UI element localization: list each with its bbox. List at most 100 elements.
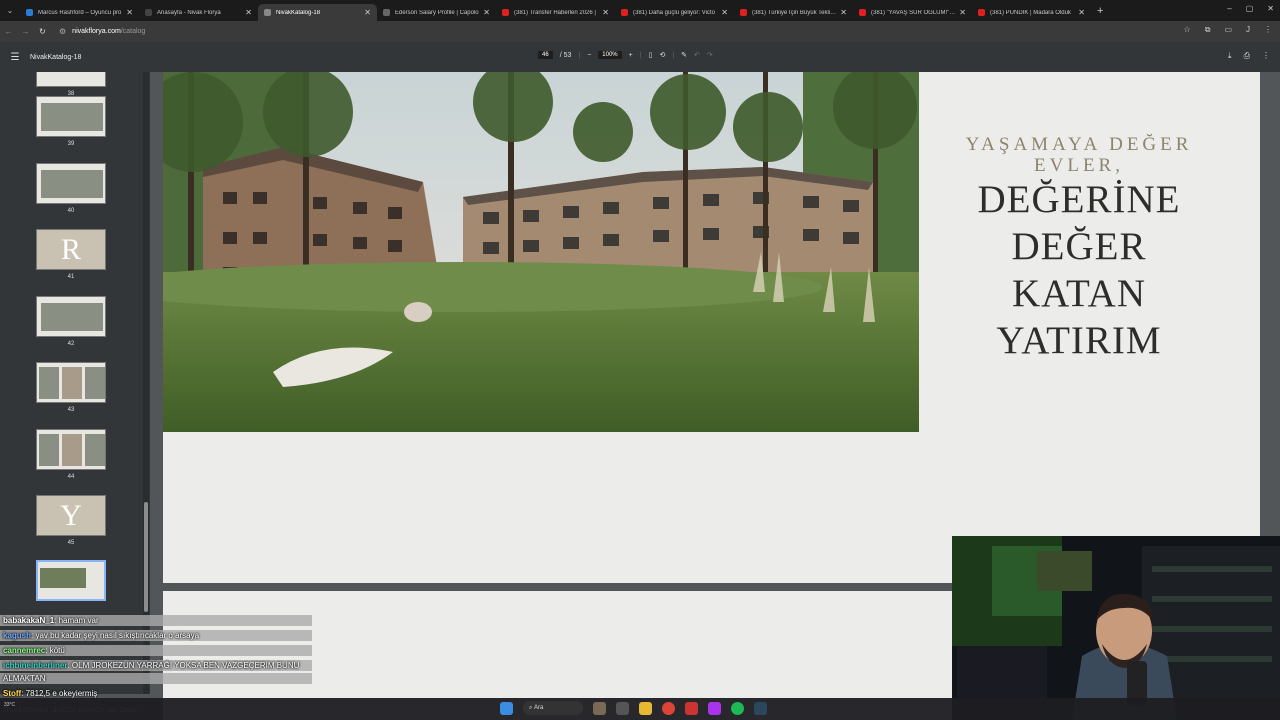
pdf-right-icons: ⤓ ⎙ ⋮	[1228, 51, 1270, 61]
weather-widget[interactable]: 33°C	[4, 702, 15, 708]
page-thumbnail[interactable]	[36, 96, 106, 137]
bookmark-star-icon[interactable]: ☆	[1184, 25, 1191, 35]
redo-icon[interactable]: ↷	[707, 51, 713, 59]
page-thumbnail[interactable]: R	[36, 229, 106, 270]
page-thumbnail[interactable]	[36, 362, 106, 403]
reload-icon[interactable]: ↻	[34, 27, 51, 36]
rotate-icon[interactable]: ⟲	[659, 51, 665, 59]
chrome-icon[interactable]	[662, 701, 675, 715]
steam-icon[interactable]	[754, 701, 767, 715]
tab-label: NivakKatalog-18	[276, 9, 321, 16]
webcam-overlay	[952, 536, 1280, 720]
browser-tab[interactable]: (381) "YAVAŞ SÜR OĞLUM!" Tü ✕	[853, 4, 972, 21]
tab-close-icon[interactable]: ✕	[721, 8, 728, 17]
widgets-icon[interactable]	[593, 701, 606, 715]
browser-tab[interactable]: Ederson Salary Profile | Capolo ✕	[377, 4, 496, 21]
tab-close-icon[interactable]: ✕	[126, 8, 133, 17]
tab-search-icon[interactable]: ⌄	[0, 0, 20, 21]
browser-tab[interactable]: (381) Daha güçlü geliyor: Victo ✕	[615, 4, 734, 21]
thumbnail-page-number: 44	[67, 474, 75, 480]
zoom-input[interactable]: 100%	[598, 51, 622, 59]
url-input[interactable]: ⚙ nivakflorya.com/catalog	[59, 24, 1199, 39]
chat-username[interactable]: babakakaN_1	[3, 616, 54, 625]
chat-text: : yav bu kadar şeyi nasıl sıkıştırıcakla…	[31, 631, 200, 640]
start-icon[interactable]	[500, 701, 513, 715]
task-view-icon[interactable]	[616, 701, 629, 715]
page-thumbnail[interactable]	[36, 72, 106, 87]
thumbnail-letter: R	[37, 230, 105, 269]
tab-label: Anasayfa - Nivak Florya	[157, 9, 221, 16]
app-icon-1[interactable]	[685, 701, 698, 715]
chat-username[interactable]: kagush	[3, 631, 31, 640]
tab-label: (381) Transfer Haberleri 2026 |	[514, 9, 596, 16]
chat-username[interactable]: Stoff	[3, 689, 21, 698]
page-thumbnail[interactable]	[36, 163, 106, 204]
thumbnail-image	[85, 367, 105, 399]
undo-icon[interactable]: ↶	[694, 51, 700, 59]
site-info-icon[interactable]: ⚙	[59, 27, 66, 36]
thumbnail-image	[41, 170, 103, 198]
fit-page-icon[interactable]: ▯	[649, 51, 653, 59]
spotify-icon[interactable]	[731, 701, 744, 715]
tabs: Marcus Rashford – Oyuncu pro ✕ Anasayfa - …	[20, 0, 1091, 21]
thumbnail-page-number: 41	[67, 274, 75, 280]
print-icon[interactable]: ⎙	[1244, 51, 1250, 61]
tab-close-icon[interactable]: ✕	[840, 8, 847, 17]
thumbnail-letter: Y	[37, 496, 105, 535]
page-thumbnail[interactable]	[36, 296, 106, 337]
tab-cast-icon[interactable]: ▭	[1224, 25, 1232, 35]
tab-close-icon[interactable]: ✕	[1078, 8, 1085, 17]
chat-message: cannemrec: kötü	[0, 645, 312, 656]
new-tab-icon[interactable]: +	[1097, 5, 1103, 17]
taskbar-search[interactable]: ⌕ Ara	[523, 701, 583, 715]
tab-close-icon[interactable]: ✕	[483, 8, 490, 17]
thumbnail-image	[62, 367, 82, 399]
address-bar: ← → ↻ ⚙ nivakflorya.com/catalog ☆ ⧉ ▭ J …	[0, 21, 1280, 42]
tab-favicon-icon	[383, 9, 390, 16]
tab-close-icon[interactable]: ✕	[959, 8, 966, 17]
more-menu-icon[interactable]: ⋮	[1264, 25, 1272, 35]
back-icon[interactable]: ←	[0, 27, 17, 36]
tab-favicon-icon	[264, 9, 271, 16]
browser-tab[interactable]: (381) Transfer Haberleri 2026 | ✕	[496, 4, 615, 21]
annotate-icon[interactable]: ✎	[681, 51, 687, 59]
chat-username[interactable]: ichbinelnberliner	[3, 661, 67, 670]
tab-close-icon[interactable]: ✕	[602, 8, 609, 17]
pdf-more-icon[interactable]: ⋮	[1262, 51, 1270, 61]
browser-tab[interactable]: Marcus Rashford – Oyuncu pro ✕	[20, 4, 139, 21]
extensions-icon[interactable]: ⧉	[1205, 25, 1211, 35]
browser-tab[interactable]: NivakKatalog-18 ✕	[258, 4, 377, 21]
forward-icon[interactable]: →	[17, 27, 34, 36]
minimize-icon[interactable]: –	[1227, 4, 1231, 13]
tab-favicon-icon	[859, 9, 866, 16]
url-path: /catalog	[120, 28, 146, 35]
building-render-image	[163, 72, 919, 432]
app-icon-2[interactable]	[708, 701, 721, 715]
zoom-out-icon[interactable]: −	[587, 52, 591, 59]
tab-close-icon[interactable]: ✕	[364, 8, 371, 17]
profile-icon[interactable]: J	[1246, 25, 1250, 35]
file-explorer-icon[interactable]	[639, 701, 652, 715]
url-host: nivakflorya.com	[72, 28, 121, 35]
page-total: / 53	[559, 51, 572, 59]
tab-favicon-icon	[502, 9, 509, 16]
page-thumbnail[interactable]: Y	[36, 495, 106, 536]
download-icon[interactable]: ⤓	[1228, 51, 1232, 61]
tab-close-icon[interactable]: ✕	[245, 8, 252, 17]
thumbnail-image	[62, 434, 82, 466]
window-controls: – ▢ ✕	[1227, 4, 1274, 13]
toolbar-divider: |	[639, 51, 642, 59]
chat-username[interactable]: cannemrec	[3, 646, 45, 655]
chat-text: : 7812,5 e okeyiermiş	[21, 689, 98, 698]
page-thumbnail[interactable]	[36, 429, 106, 470]
zoom-in-icon[interactable]: +	[629, 52, 633, 59]
maximize-icon[interactable]: ▢	[1246, 4, 1254, 13]
page-headline: YAŞAMAYA DEĞER EVLER, DEĞERİNE DEĞER KAT…	[963, 134, 1195, 364]
browser-tab[interactable]: Anasayfa - Nivak Florya ✕	[139, 4, 258, 21]
browser-tab[interactable]: (381) Türkiye İçin Büyük Teklifle ✕	[734, 4, 853, 21]
close-window-icon[interactable]: ✕	[1267, 4, 1274, 13]
browser-tab[interactable]: (381) PUNDİK | Madara Olduk ✕	[972, 4, 1091, 21]
thumbnail-image	[39, 434, 59, 466]
sidebar-menu-icon[interactable]: ☰	[0, 52, 30, 63]
page-number-input[interactable]: 46	[538, 51, 553, 59]
